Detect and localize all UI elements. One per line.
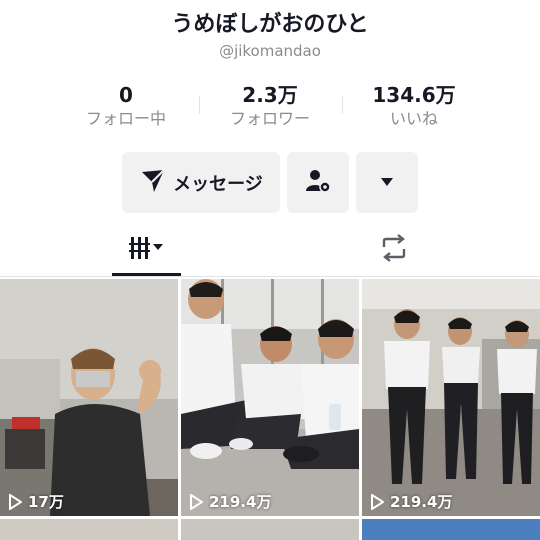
profile-username: @jikomandao [219,42,321,60]
more-options-button[interactable] [356,152,418,213]
stat-likes-label: いいね [389,109,438,128]
video-view-count: 219.4万 [390,493,453,511]
message-button-label: メッセージ [173,173,263,195]
grid-sort-icon [128,234,164,266]
stat-following-label: フォロー中 [85,109,166,128]
video-views: 219.4万 [189,491,271,512]
video-view-count: 17万 [28,493,64,511]
caret-down-icon [379,173,395,192]
active-tab-indicator [112,273,181,276]
tab-reposts[interactable] [360,224,428,276]
video-thumbnail[interactable] [181,519,359,540]
repost-icon [378,233,410,267]
video-thumbnail-image [0,279,178,516]
stat-following[interactable]: 0 フォロー中 [56,82,196,130]
stat-following-count: 0 [119,83,133,107]
stat-likes: 134.6万 いいね [344,82,484,130]
video-views: 17万 [8,491,64,512]
video-thumbnail[interactable] [0,519,178,540]
video-thumbnail[interactable]: 219.4万 [362,279,540,516]
video-thumbnail[interactable]: 219.4万 [181,279,359,516]
profile-stats: 0 フォロー中 2.3万 フォロワー 134.6万 いいね [0,82,540,132]
send-icon [139,167,167,199]
stat-followers[interactable]: 2.3万 フォロワー [200,82,340,130]
stat-followers-count: 2.3万 [242,83,298,107]
video-view-count: 219.4万 [209,493,272,511]
video-thumbnail[interactable]: 17万 [0,279,178,516]
profile-tabs [0,224,540,277]
play-icon [189,493,203,510]
user-settings-icon [304,167,332,199]
stat-followers-label: フォロワー [229,109,310,128]
follow-options-button[interactable] [287,152,349,213]
play-icon [370,493,384,510]
stat-likes-count: 134.6万 [372,83,456,107]
video-grid: 17万 219.4万 219.4万 [0,279,540,540]
video-thumbnail-image [181,279,359,516]
message-button[interactable]: メッセージ [122,152,280,213]
stat-divider [342,96,343,114]
tab-videos[interactable] [112,224,180,276]
play-icon [8,493,22,510]
video-views: 219.4万 [370,491,452,512]
video-thumbnail[interactable] [362,519,540,540]
profile-display-name: うめぼしがおのひと [171,12,369,37]
video-thumbnail-image [362,279,540,516]
